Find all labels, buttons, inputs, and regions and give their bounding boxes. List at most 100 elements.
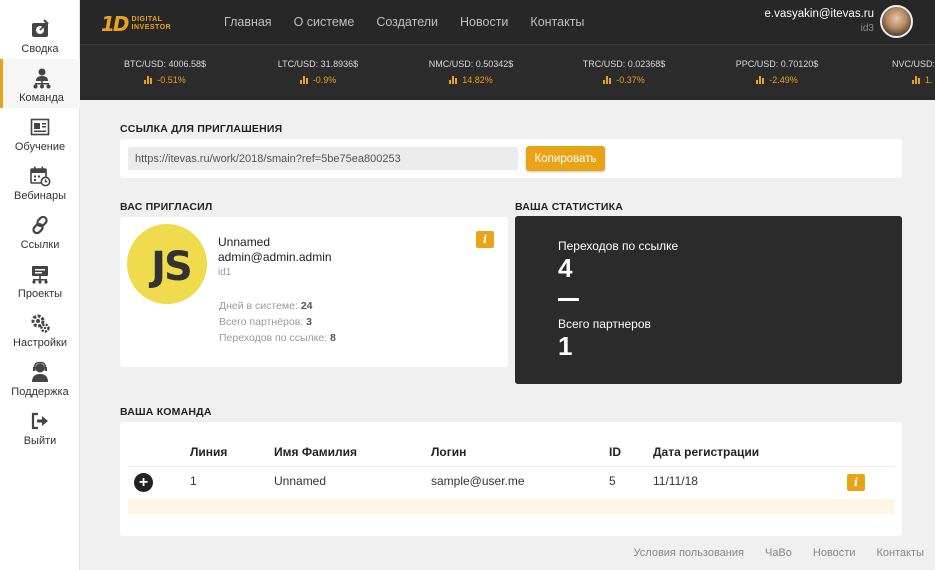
sidebar-item-label: Настройки bbox=[13, 337, 67, 349]
stats-partners-label: Всего партнеров bbox=[558, 317, 651, 331]
sidebar-item-label: Выйти bbox=[23, 435, 57, 447]
ticker-change-value: -0.9% bbox=[312, 75, 337, 85]
footer-link-terms[interactable]: Условия пользования bbox=[634, 547, 744, 559]
top-navigation-bar: 1D DIGITAL INVESTOR Главная О системе Со… bbox=[80, 0, 935, 44]
ticker-change-value: -0.51% bbox=[157, 75, 186, 85]
bar-chart-icon bbox=[756, 76, 765, 84]
bar-chart-icon bbox=[449, 76, 458, 84]
sidebar-item-education[interactable]: Обучение bbox=[0, 108, 80, 157]
inviter-name: Unnamed bbox=[218, 235, 271, 249]
main-nav: Главная О системе Создатели Новости Конт… bbox=[224, 0, 606, 44]
ticker-pair: LTC/USD: 31.8936$ bbox=[277, 59, 359, 69]
inviter-days-value: 24 bbox=[300, 300, 313, 312]
ticker-change-value: -2.49% bbox=[769, 75, 798, 85]
sidebar-item-projects[interactable]: Проекты bbox=[0, 255, 80, 304]
ticker-pair: NMC/USD: 0.50342$ bbox=[428, 59, 514, 69]
logo-mark: 1D bbox=[101, 12, 129, 36]
ticker-pair: NVC/USD: bbox=[892, 59, 935, 69]
cell-name: Unnamed bbox=[274, 474, 327, 488]
cell-date: 11/11/18 bbox=[653, 474, 698, 488]
nav-link-contacts[interactable]: Контакты bbox=[530, 15, 584, 29]
sidebar-item-summary[interactable]: Сводка bbox=[0, 10, 80, 59]
ticker-item: TRC/USD: 0.02368$ -0.37% bbox=[559, 59, 689, 85]
dashboard-icon bbox=[29, 18, 51, 40]
logo[interactable]: 1D DIGITAL INVESTOR bbox=[101, 12, 171, 36]
sidebar-item-label: Поддержка bbox=[11, 386, 69, 398]
stats-clicks-value: 4 bbox=[558, 253, 573, 283]
education-icon bbox=[29, 116, 51, 138]
inviter-clicks-value: 8 bbox=[330, 332, 336, 344]
copy-button[interactable]: Копировать bbox=[526, 146, 605, 171]
row-divider bbox=[128, 466, 894, 467]
invite-link-field[interactable] bbox=[128, 147, 518, 170]
ticker-item: LTC/USD: 31.8936$ -0.9% bbox=[253, 59, 383, 85]
sidebar-item-settings[interactable]: Настройки bbox=[0, 304, 80, 353]
sidebar-item-team[interactable]: Команда bbox=[0, 59, 80, 108]
team-table: Линия Имя Фамилия Логин ID Дата регистра… bbox=[120, 422, 902, 536]
avatar[interactable] bbox=[880, 5, 913, 38]
ticker-pair: PPC/USD: 0.70120$ bbox=[735, 59, 819, 69]
ticker-item: NMC/USD: 0.50342$ 14.82% bbox=[406, 59, 536, 85]
sidebar-item-label: Обучение bbox=[14, 141, 66, 153]
inviter-clicks-label: Переходов по ссылке: bbox=[219, 332, 328, 344]
stats-divider bbox=[558, 298, 579, 301]
ticker-change: -0.37% bbox=[559, 75, 689, 85]
sidebar: Сводка Команда Обучение Вебинары Ссылки … bbox=[0, 0, 80, 570]
footer-link-contacts[interactable]: Контакты bbox=[876, 547, 924, 559]
user-email: e.vasyakin@itevas.ru bbox=[764, 8, 874, 20]
ticker-change: -2.49% bbox=[712, 75, 842, 85]
sidebar-item-links[interactable]: Ссылки bbox=[0, 206, 80, 255]
info-icon[interactable]: i bbox=[847, 474, 865, 491]
gear-icon bbox=[29, 312, 51, 334]
column-header-date: Дата регистрации bbox=[653, 445, 760, 459]
sidebar-item-label: Ссылки bbox=[20, 239, 60, 251]
inviter-days: Дней в системе: 24 bbox=[219, 300, 313, 312]
inviter-partners: Всего партнёров: 3 bbox=[219, 316, 312, 328]
user-id: id3 bbox=[860, 23, 874, 34]
ticker-change-value: -0.37% bbox=[616, 75, 645, 85]
column-header-line: Линия bbox=[190, 445, 228, 459]
cell-login: sample@user.me bbox=[431, 474, 525, 488]
stats-card: Переходов по ссылке 4 Всего партнеров 1 bbox=[515, 216, 902, 384]
ticker-change-value: 14.82% bbox=[462, 75, 493, 85]
ticker-item: BTC/USD: 4006.58$ -0.51% bbox=[100, 59, 230, 85]
sidebar-item-webinars[interactable]: Вебинары bbox=[0, 157, 80, 206]
column-header-name: Имя Фамилия bbox=[274, 445, 358, 459]
logout-icon bbox=[29, 410, 51, 432]
inviter-partners-value: 3 bbox=[306, 316, 312, 328]
bar-chart-icon bbox=[299, 76, 308, 84]
expand-row-button[interactable]: + bbox=[134, 473, 153, 492]
column-header-id: ID bbox=[609, 445, 621, 459]
crypto-ticker: BTC/USD: 4006.58$ -0.51% LTC/USD: 31.893… bbox=[80, 44, 935, 100]
footer-link-faq[interactable]: ЧаВо bbox=[765, 547, 792, 559]
nav-link-about[interactable]: О системе bbox=[294, 15, 355, 29]
inviter-id: id1 bbox=[218, 267, 232, 278]
sidebar-item-support[interactable]: Поддержка bbox=[0, 353, 80, 402]
team-icon bbox=[31, 67, 53, 89]
logo-text: DIGITAL INVESTOR bbox=[132, 16, 172, 32]
cell-line: 1 bbox=[190, 474, 197, 488]
ticker-pair: BTC/USD: 4006.58$ bbox=[123, 59, 207, 69]
ticker-change: 1. bbox=[866, 75, 935, 85]
footer-link-news[interactable]: Новости bbox=[813, 547, 856, 559]
ticker-pair: TRC/USD: 0.02368$ bbox=[582, 59, 666, 69]
invite-card: Копировать bbox=[120, 139, 902, 178]
user-info[interactable]: e.vasyakin@itevas.ru id3 bbox=[765, 8, 874, 34]
invite-section-title: ССЫЛКА ДЛЯ ПРИГЛАШЕНИЯ bbox=[120, 123, 283, 135]
sidebar-item-logout[interactable]: Выйти bbox=[0, 402, 80, 451]
support-icon bbox=[29, 361, 51, 383]
nav-link-creators[interactable]: Создатели bbox=[376, 15, 438, 29]
logo-text-line2: INVESTOR bbox=[131, 24, 172, 31]
inviter-avatar: JS bbox=[127, 224, 207, 304]
ticker-change: -0.51% bbox=[100, 75, 230, 85]
stats-clicks-label: Переходов по ссылке bbox=[558, 239, 679, 253]
bar-chart-icon bbox=[912, 76, 920, 84]
table-row bbox=[128, 499, 894, 514]
info-icon[interactable]: i bbox=[476, 231, 494, 248]
stats-section-title: ВАША СТАТИСТИКА bbox=[515, 201, 624, 213]
nav-link-news[interactable]: Новости bbox=[460, 15, 508, 29]
sidebar-item-label: Вебинары bbox=[14, 190, 66, 202]
inviter-card: JS Unnamed admin@admin.admin id1 Дней в … bbox=[120, 217, 508, 367]
nav-link-home[interactable]: Главная bbox=[224, 15, 272, 29]
ticker-change: -0.9% bbox=[253, 75, 383, 85]
